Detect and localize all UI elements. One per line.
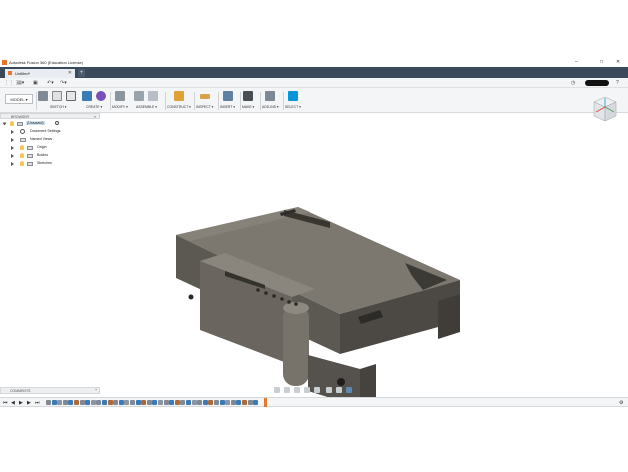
timeline-feature-icon[interactable] xyxy=(219,400,225,405)
visibility-bulb-icon[interactable] xyxy=(20,161,24,166)
comments-label: COMMENTS xyxy=(10,389,31,393)
timeline-feature-icon[interactable] xyxy=(107,400,113,405)
model-cylinder-post[interactable] xyxy=(283,306,309,386)
timeline-feature-icon[interactable] xyxy=(197,400,203,405)
timeline-feature-icon[interactable] xyxy=(146,400,152,405)
timeline-feature-icon[interactable] xyxy=(135,400,141,405)
folder-icon xyxy=(27,154,33,158)
timeline-marker[interactable] xyxy=(264,398,267,407)
timeline-feature-icon[interactable] xyxy=(141,400,147,405)
side-hole xyxy=(188,294,194,300)
folder-icon xyxy=(27,146,33,150)
timeline-feature-icon[interactable] xyxy=(124,400,130,405)
canvas-viewport[interactable] xyxy=(0,58,628,413)
look-at-icon[interactable] xyxy=(284,387,290,393)
timeline-feature-icon[interactable] xyxy=(180,400,186,405)
expand-arrow-icon[interactable] xyxy=(11,162,14,166)
expand-arrow-icon[interactable] xyxy=(11,146,14,150)
timeline-feature-icon[interactable] xyxy=(79,400,85,405)
step-forward-icon[interactable]: ▶ xyxy=(27,400,31,406)
mount-hole xyxy=(337,378,345,386)
timeline-feature-icon[interactable] xyxy=(152,400,158,405)
timeline-feature-icon[interactable] xyxy=(253,400,259,405)
browser-panel-header[interactable]: BROWSER « xyxy=(0,113,100,119)
view-cube[interactable] xyxy=(592,95,618,125)
browser-item-label: Origin xyxy=(37,145,47,149)
expand-arrow-icon[interactable] xyxy=(11,138,14,142)
root-component-label[interactable]: (Unsaved) xyxy=(26,121,45,125)
timeline-feature-icon[interactable] xyxy=(46,400,51,405)
browser-item-label: Bodies xyxy=(37,153,48,157)
component-icon xyxy=(17,122,23,126)
timeline-feature-icon[interactable] xyxy=(57,400,63,405)
timeline-feature-icon[interactable] xyxy=(113,400,119,405)
timeline-settings-icon[interactable]: ⚙ xyxy=(619,400,623,406)
fusion-window: Autodesk Fusion 360 (Education License) … xyxy=(0,58,628,413)
timeline-feature-icon[interactable] xyxy=(208,400,214,405)
timeline-feature-icon[interactable] xyxy=(242,400,247,405)
play-icon[interactable]: ▶ xyxy=(19,400,23,406)
visibility-bulb-icon[interactable] xyxy=(20,153,24,158)
timeline-feature-icon[interactable] xyxy=(68,400,74,405)
timeline-bar: ⏮ ◀ ▶ ▶ ⏭ ⚙ xyxy=(0,397,628,407)
button-hole xyxy=(272,294,276,298)
timeline-feature-icon[interactable] xyxy=(225,400,231,405)
orbit-icon[interactable] xyxy=(274,387,280,393)
timeline-feature-icon[interactable] xyxy=(174,400,180,405)
timeline-feature-icon[interactable] xyxy=(118,400,124,405)
expand-arrow-icon[interactable] xyxy=(11,130,14,134)
timeline-feature-icon[interactable] xyxy=(230,400,236,405)
timeline-feature-icon[interactable] xyxy=(74,400,79,405)
timeline-feature-icon[interactable] xyxy=(214,400,219,405)
button-hole xyxy=(294,302,298,306)
fit-icon[interactable] xyxy=(314,387,320,393)
viewports-icon[interactable] xyxy=(346,387,352,393)
timeline-feature-icon[interactable] xyxy=(51,400,57,405)
zoom-icon[interactable] xyxy=(304,387,310,393)
browser-item-label: Named Views xyxy=(30,137,53,141)
button-hole xyxy=(256,288,260,292)
timeline-feature-icon[interactable] xyxy=(130,400,135,405)
expand-arrow-icon[interactable] xyxy=(11,154,14,158)
display-settings-icon[interactable] xyxy=(326,387,332,393)
folder-icon xyxy=(27,162,33,166)
timeline-feature-icon[interactable] xyxy=(169,400,175,405)
step-back-icon[interactable]: ◀ xyxy=(11,400,15,406)
timeline-feature-icon[interactable] xyxy=(158,400,163,405)
visibility-bulb-icon[interactable] xyxy=(20,145,24,150)
button-hole xyxy=(287,300,291,304)
pan-icon[interactable] xyxy=(294,387,300,393)
timeline-feature-icon[interactable] xyxy=(85,400,91,405)
visibility-bulb-icon[interactable] xyxy=(10,121,14,126)
expand-arrow-icon[interactable] xyxy=(2,122,7,126)
comments-panel[interactable]: COMMENTS + xyxy=(0,387,100,394)
model-right-leg xyxy=(438,294,460,339)
button-hole xyxy=(264,291,268,295)
activate-icon[interactable] xyxy=(55,121,59,125)
timeline-feature-icon[interactable] xyxy=(236,400,242,405)
browser-item-label: Document Settings xyxy=(30,129,61,133)
timeline-feature-icon[interactable] xyxy=(163,400,169,405)
navigation-bar xyxy=(274,387,358,394)
go-to-start-icon[interactable]: ⏮ xyxy=(3,400,8,406)
timeline-feature-icon[interactable] xyxy=(186,400,191,405)
go-to-end-icon[interactable]: ⏭ xyxy=(35,400,40,406)
timeline-feature-icon[interactable] xyxy=(62,400,68,405)
browser-title: BROWSER xyxy=(11,115,30,119)
browser-item-label: Sketches xyxy=(37,161,52,165)
timeline-feature-icon[interactable] xyxy=(247,400,253,405)
timeline-feature-icon[interactable] xyxy=(96,400,102,405)
collapse-browser-icon[interactable]: « xyxy=(94,114,96,119)
settings-gear-icon xyxy=(20,129,25,134)
timeline-feature-icon[interactable] xyxy=(102,400,107,405)
timeline-feature-icon[interactable] xyxy=(191,400,197,405)
grid-settings-icon[interactable] xyxy=(336,387,342,393)
button-hole xyxy=(280,297,284,301)
folder-icon xyxy=(20,138,26,142)
add-comment-icon[interactable]: + xyxy=(95,388,97,392)
timeline-feature-icon[interactable] xyxy=(90,400,96,405)
timeline-feature-icon[interactable] xyxy=(202,400,208,405)
